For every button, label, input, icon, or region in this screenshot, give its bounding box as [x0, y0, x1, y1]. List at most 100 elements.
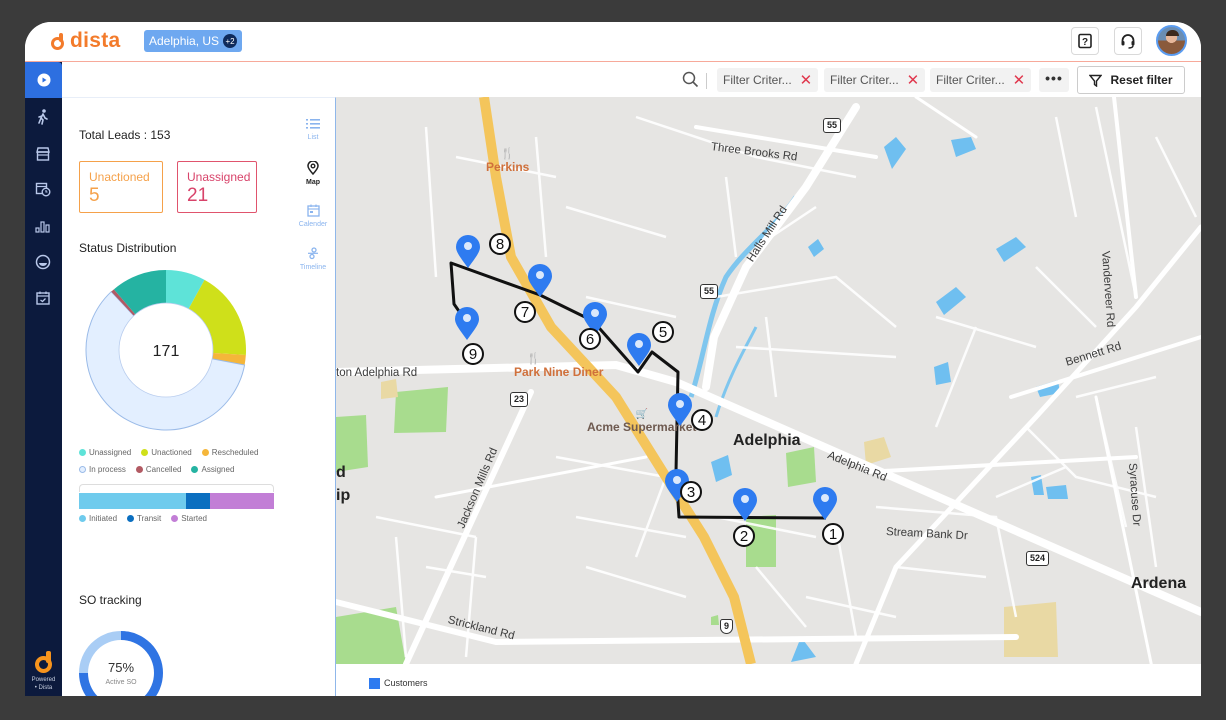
powered-label: Powered: [31, 677, 56, 683]
view-label: List: [307, 134, 319, 141]
donut-center-value: 171: [153, 343, 180, 360]
view-label: Map: [306, 179, 320, 186]
route-stop-marker[interactable]: 2: [733, 525, 755, 547]
map-legend: Customers: [336, 664, 1201, 696]
user-avatar[interactable]: [1156, 25, 1187, 56]
stage-legend: Initiated Transit Started: [79, 510, 279, 527]
status-legend-item: In process: [79, 461, 126, 478]
filter-bar: Filter Criter... ✕ Filter Criter... ✕ Filt…: [62, 63, 1201, 97]
route-stop-marker[interactable]: 9: [462, 343, 484, 365]
more-filters-button[interactable]: •••: [1039, 68, 1069, 92]
town-label: Ardena: [1131, 575, 1187, 592]
total-leads: Total Leads : 153: [79, 128, 171, 142]
status-donut-chart: 171: [85, 270, 246, 431]
dista-logo[interactable]: dista: [51, 28, 121, 54]
kpi-unassigned[interactable]: Unassigned 21: [177, 161, 257, 213]
calendar-icon: [306, 204, 320, 217]
so-tracking-donut: 75% Active SO: [79, 631, 163, 696]
help-button[interactable]: ?: [1071, 27, 1099, 55]
remove-filter-icon[interactable]: ✕: [907, 73, 920, 88]
location-selector[interactable]: Adelphia, US +2: [144, 30, 243, 52]
sidebar-item-stores[interactable]: [33, 144, 53, 164]
dista-logo-icon: [51, 33, 65, 50]
stage-legend-item: Started: [171, 510, 207, 527]
route-stop-marker[interactable]: 3: [680, 481, 702, 503]
legend-label: Cancelled: [145, 465, 182, 474]
route-shield: 9: [720, 619, 734, 634]
headset-icon: [1121, 34, 1135, 49]
customer-pin-icon[interactable]: [455, 235, 481, 269]
legend-label: Started: [181, 514, 207, 523]
bar-chart-icon: [35, 221, 50, 233]
route-stop-marker[interactable]: 5: [652, 321, 674, 343]
filter-chip[interactable]: Filter Criter... ✕: [717, 68, 819, 92]
customer-pin-icon[interactable]: [732, 488, 758, 522]
bar-bracket: [79, 484, 274, 492]
sidebar-item-reports[interactable]: [33, 216, 53, 236]
kpi-unactioned[interactable]: Unactioned 5: [79, 161, 163, 213]
legend-dot: [201, 449, 209, 456]
status-distribution-title: Status Distribution: [79, 241, 177, 255]
sidebar-item-play[interactable]: [25, 62, 62, 98]
route-stop-marker[interactable]: 6: [579, 328, 601, 350]
customer-pin-icon[interactable]: [812, 487, 838, 521]
view-timeline[interactable]: Timeline: [293, 247, 333, 290]
filter-chip-label: Filter Criter...: [830, 73, 899, 87]
legend-label: Unactioned: [151, 448, 192, 457]
restaurant-icon: 🍴: [500, 148, 515, 160]
map-pin-icon: [307, 161, 319, 175]
poi-perkins[interactable]: 🍴 Perkins: [486, 147, 529, 174]
kpi-label: Unassigned: [187, 170, 251, 184]
stage-segment-started[interactable]: [209, 493, 274, 509]
customer-pin-icon[interactable]: [454, 307, 480, 341]
kpi-value: 21: [187, 185, 209, 206]
help-question-icon: ?: [1078, 33, 1092, 49]
route-stop-marker[interactable]: 8: [489, 233, 511, 255]
location-name: Adelphia, US: [149, 34, 220, 48]
customer-pin-icon[interactable]: [667, 393, 693, 427]
svg-text:?: ?: [1082, 37, 1088, 48]
sidebar-item-tasks[interactable]: [33, 288, 53, 308]
route-stop-marker[interactable]: 1: [822, 523, 844, 545]
reset-filter-label: Reset filter: [1110, 73, 1173, 87]
route-stop-marker[interactable]: 4: [691, 409, 713, 431]
powered-brand: • Dista: [34, 685, 53, 691]
status-legend-item: Rescheduled: [201, 444, 258, 461]
sidebar-item-insights[interactable]: [33, 252, 53, 272]
remove-filter-icon[interactable]: ✕: [800, 73, 813, 88]
filter-chip[interactable]: Filter Criter... ✕: [930, 68, 1032, 92]
legend-dot: [79, 466, 86, 473]
timeline-icon: [308, 247, 318, 260]
route-shield: 23: [510, 392, 529, 407]
poi-park-nine-diner[interactable]: 🍴 Park Nine Diner: [514, 352, 603, 379]
customer-pin-icon[interactable]: [626, 333, 652, 367]
so-value: 75%: [108, 660, 134, 675]
route-map[interactable]: Three Brooks Rd Halls Mill Rd Vanderveer…: [336, 97, 1201, 664]
customer-pin-icon[interactable]: [527, 264, 553, 298]
so-label: Active SO: [105, 679, 137, 686]
remove-filter-icon[interactable]: ✕: [1013, 73, 1026, 88]
view-calendar[interactable]: Calender: [293, 204, 333, 247]
legend-label: Customers: [384, 678, 428, 688]
support-button[interactable]: [1114, 27, 1142, 55]
search-icon[interactable]: [682, 71, 699, 88]
reset-filter-button[interactable]: Reset filter: [1077, 66, 1185, 94]
town-label: Adelphia: [733, 432, 801, 449]
view-map[interactable]: Map: [293, 161, 333, 204]
legend-dot: [171, 515, 179, 522]
legend-dot: [79, 515, 86, 522]
filter-chip[interactable]: Filter Criter... ✕: [824, 68, 926, 92]
sidebar-item-schedule[interactable]: [33, 179, 53, 199]
status-legend-item: Cancelled: [135, 461, 182, 478]
location-count-badge: +2: [223, 34, 238, 48]
view-switcher: List Map Calender Timeline: [293, 118, 333, 290]
play-icon: [37, 73, 50, 87]
stage-segment-transit[interactable]: [186, 493, 210, 509]
route-stop-marker[interactable]: 7: [514, 301, 536, 323]
sidebar-item-tracking[interactable]: [33, 107, 53, 127]
stage-segment-initiated[interactable]: [79, 493, 187, 509]
calendar-check-icon: [36, 291, 50, 305]
view-label: Calender: [298, 221, 328, 228]
view-list[interactable]: List: [293, 118, 333, 161]
calendar-clock-icon: [35, 182, 51, 197]
